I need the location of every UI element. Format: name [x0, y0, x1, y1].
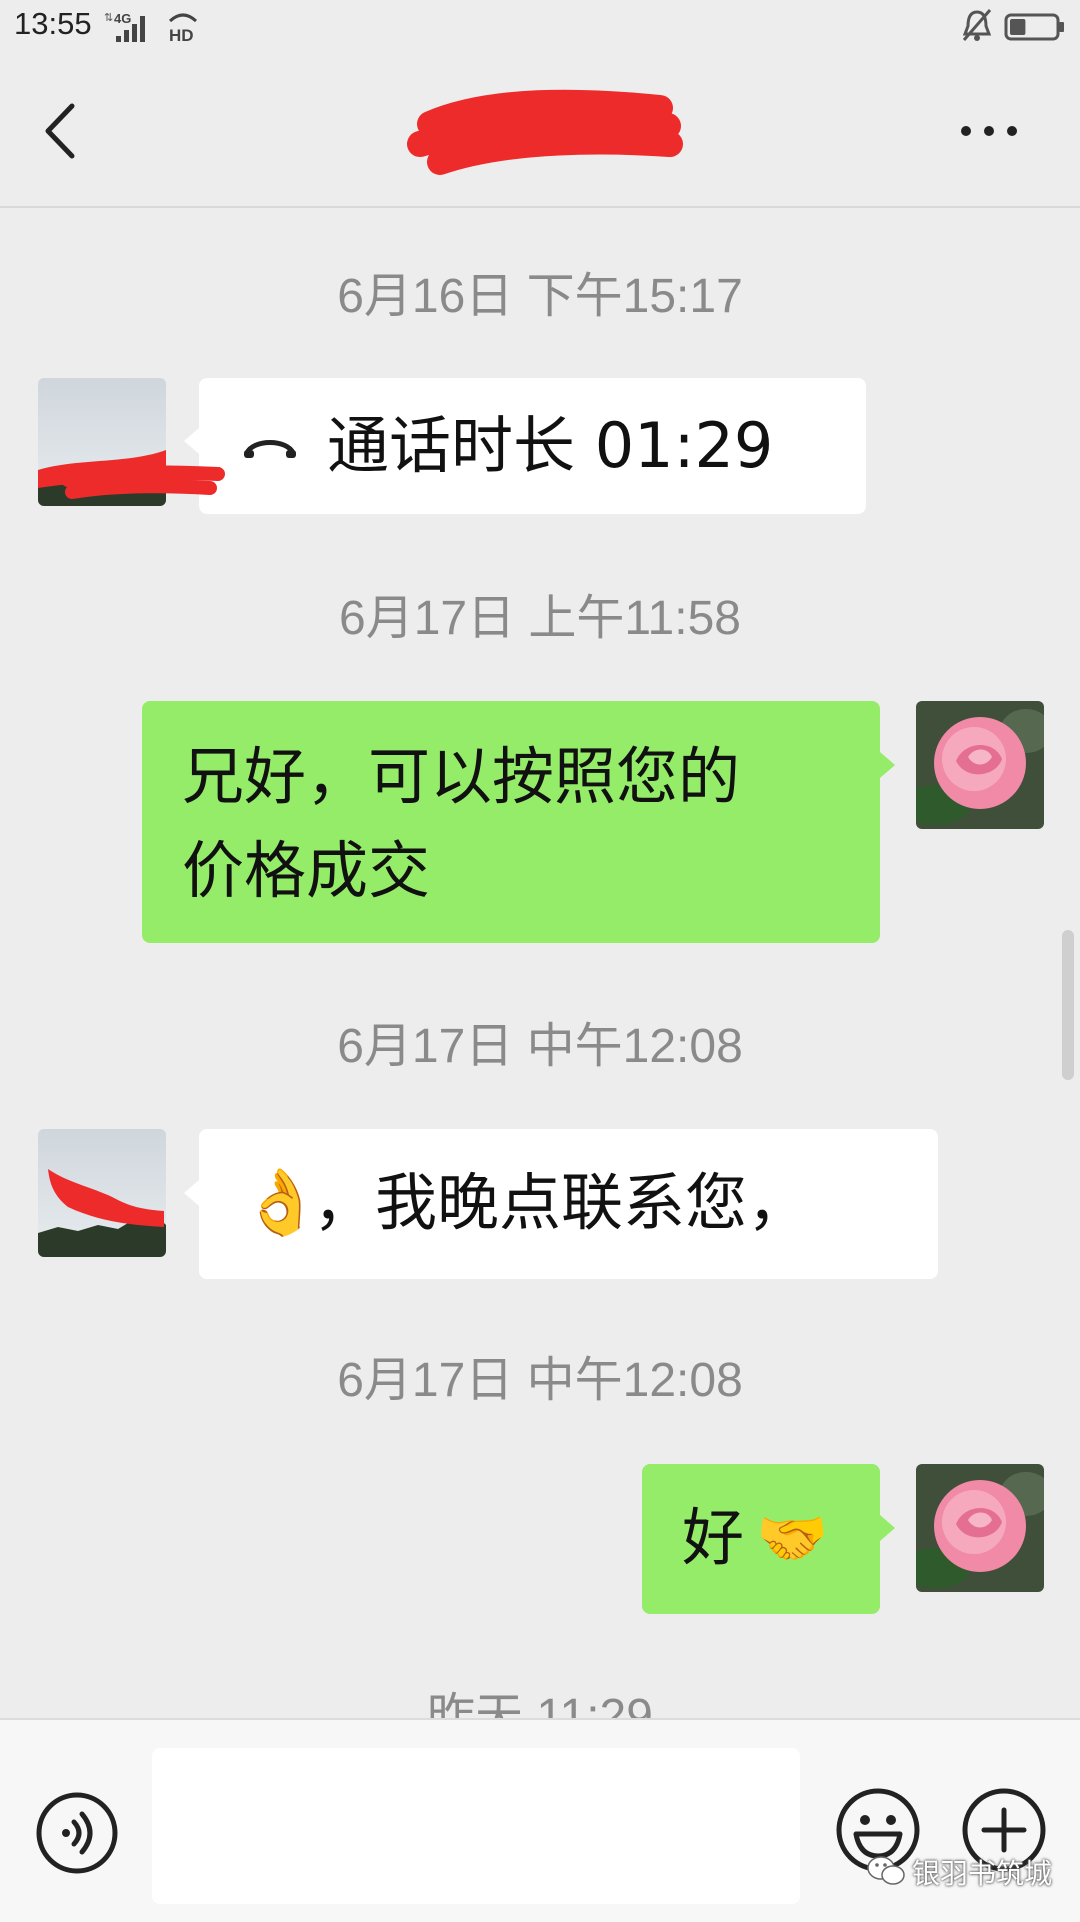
message-timestamp: 6月17日 中午12:08 [337, 1354, 743, 1407]
chat-header: 徐總 [0, 56, 1080, 208]
more-dots-icon[interactable] [958, 116, 1020, 146]
my-avatar[interactable] [916, 701, 1044, 829]
message-timestamp: 6月17日 上午11:58 [339, 592, 741, 645]
bubble-tail [184, 1180, 199, 1206]
message-input[interactable] [152, 1748, 800, 1904]
contact-avatar[interactable] [38, 1129, 166, 1257]
message-text: ，我晚点联系您， [313, 1166, 810, 1239]
rose-avatar-image [916, 1464, 1044, 1592]
chat-title-area: 徐總 [400, 86, 700, 176]
svg-text:⇅: ⇅ [104, 12, 113, 24]
network-type-label: 4G [114, 11, 131, 26]
status-bar: 13:55 ⇅ 4G HD [0, 0, 1080, 56]
call-duration-text: 通话时长 01:29 [327, 409, 774, 482]
hd-voice-icon: HD [168, 13, 198, 43]
redaction-scribble [61, 465, 225, 499]
handshake-emoji: 🤝 [756, 1504, 829, 1572]
wechat-logo-icon [867, 1856, 905, 1885]
outgoing-message-bubble[interactable]: 好 🤝 [642, 1464, 880, 1614]
message-line: 兄好，可以按照您的 [182, 740, 741, 813]
message-timestamp: 6月17日 中午12:08 [337, 1020, 743, 1073]
phone-hangup-icon [244, 440, 296, 458]
rose-avatar-image [916, 701, 1044, 829]
redaction-scribble [407, 89, 683, 175]
outgoing-message-bubble[interactable]: 兄好，可以按照您的 价格成交 [142, 701, 880, 943]
status-time: 13:55 [14, 6, 92, 41]
ok-hand-emoji: 👌 [241, 1166, 321, 1240]
bubble-tail [880, 1515, 895, 1541]
watermark: 银羽书筑城 [862, 1846, 1080, 1896]
mute-bell-icon [962, 9, 992, 41]
my-avatar[interactable] [916, 1464, 1044, 1592]
cellular-signal-icon: ⇅ 4G [104, 11, 145, 42]
message-text: 好 [682, 1501, 745, 1574]
voice-icon[interactable] [34, 1790, 120, 1876]
battery-icon [1004, 13, 1064, 41]
contact-avatar-image [38, 1129, 166, 1257]
incoming-message-bubble[interactable]: 👌 ，我晚点联系您， [199, 1129, 938, 1279]
hd-label: HD [169, 26, 194, 43]
call-record-bubble[interactable]: 通话时长 01:29 [199, 378, 866, 514]
chevron-left-icon[interactable] [40, 96, 80, 166]
bubble-tail [184, 428, 199, 454]
chat-scrollbar[interactable] [1062, 930, 1074, 1080]
watermark-text: 银羽书筑城 [912, 1857, 1053, 1890]
battery-level-fill [1010, 19, 1026, 35]
message-timestamp: 6月16日 下午15:17 [337, 270, 743, 323]
bubble-tail [880, 752, 895, 778]
message-line: 价格成交 [182, 834, 431, 907]
